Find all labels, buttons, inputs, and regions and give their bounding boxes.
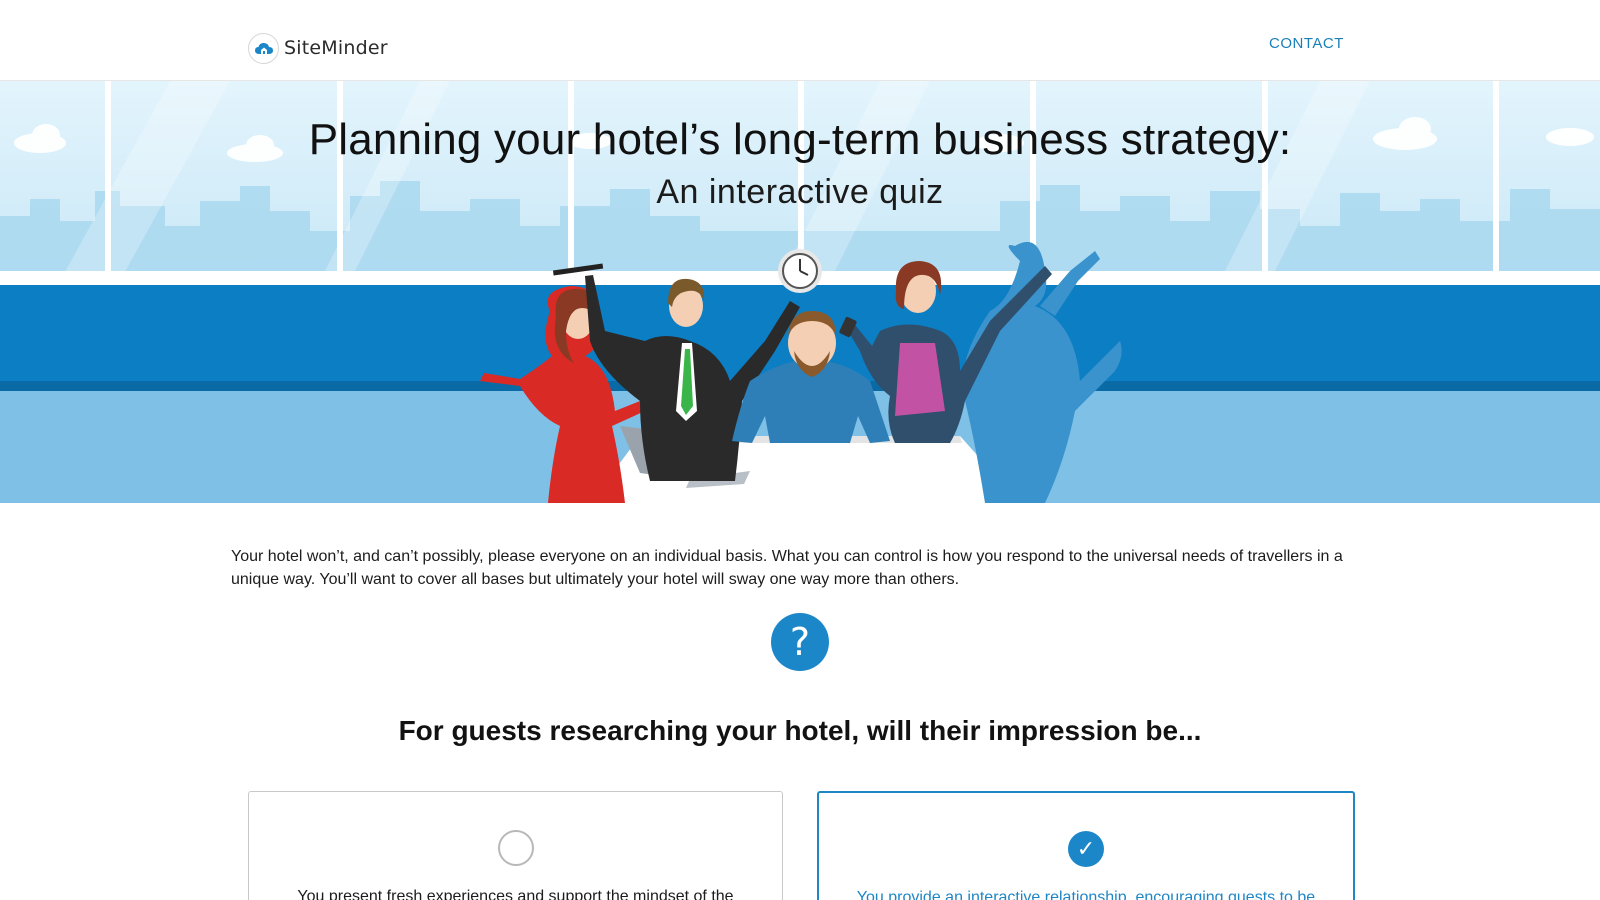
answer-option-text: You present fresh experiences and suppor… [297,888,734,900]
radio-unchecked-icon[interactable] [497,830,534,866]
answer-option-2[interactable]: ✓ You provide an interactive relationshi… [817,791,1355,900]
contact-link[interactable]: CONTACT [1269,35,1344,52]
hero-subtitle: An interactive quiz [656,173,944,211]
intro-text: Your hotel won’t, and can’t possibly, pl… [231,548,1343,588]
site-header: SiteMinder CONTACT [0,0,1600,81]
quiz-question: For guests researching your hotel, will … [398,715,1202,746]
checkmark-icon[interactable]: ✓ [1068,831,1104,867]
question-icon: ? [771,613,829,671]
answer-option-1[interactable]: You present fresh experiences and suppor… [248,791,783,900]
hero-title: Planning your hotel’s long-term business… [308,115,1292,164]
siteminder-logo[interactable]: SiteMinder [248,30,388,66]
cloud-house-icon [248,32,279,64]
brand-name: SiteMinder [284,37,388,59]
answer-option-text: You provide an interactive relationship,… [856,889,1316,900]
hero-banner: Planning your hotel’s long-term business… [0,81,1600,503]
